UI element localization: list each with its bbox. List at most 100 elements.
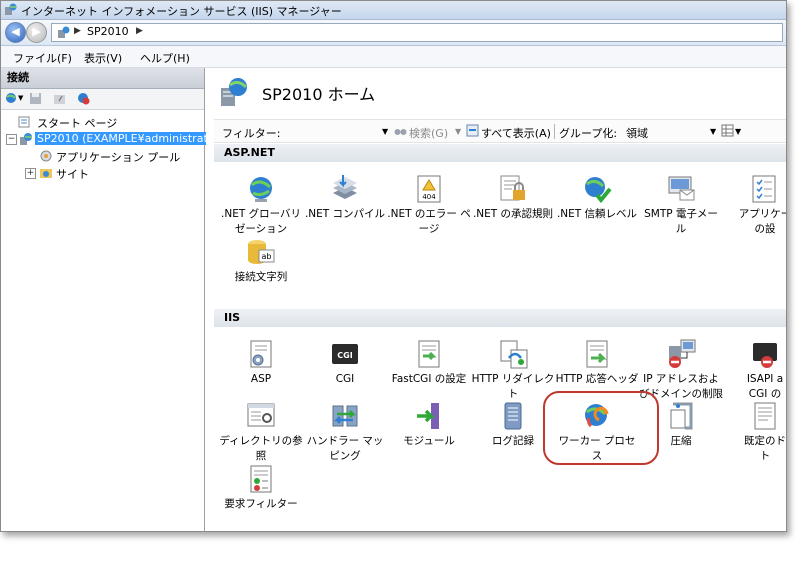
compression-clamp-icon	[670, 402, 693, 430]
feature-label-line1: ログ記録	[492, 435, 534, 447]
feature-isapi-cgi-restrictions[interactable]: ISAPI a CGI の	[722, 338, 786, 402]
title-bar: インターネット インフォメーション サービス (IIS) マネージャー	[1, 1, 786, 20]
address-bar[interactable]: ▶ SP2010 ▶	[51, 23, 783, 42]
navigation-bar: ◀ ▶ ▶ SP2010 ▶	[1, 20, 786, 46]
feature-label-line1: 既定のド	[744, 435, 786, 447]
tree-node-server[interactable]: − SP2010 (EXAMPLE¥administrator	[1, 131, 222, 147]
breadcrumb-chevron-icon[interactable]: ▶	[136, 26, 143, 36]
server-home-icon	[221, 78, 248, 106]
feature-http-response-headers[interactable]: HTTP 応答ヘッダ	[554, 338, 640, 387]
disconnect-icon[interactable]	[77, 92, 90, 105]
app-pool-icon	[40, 150, 52, 162]
collapse-toggle-icon[interactable]: −	[6, 134, 17, 145]
ip-restrictions-icon	[669, 339, 696, 368]
feature-http-redirect[interactable]: HTTP リダイレクト	[470, 338, 556, 402]
feature-label: アプリケー の設	[722, 207, 786, 237]
feature-label-line1: 要求フィルター	[224, 498, 298, 510]
feature-label: .NET のエラー ページ	[386, 207, 472, 237]
go-dropdown-icon[interactable]: ▼	[455, 127, 461, 136]
save-icon[interactable]	[29, 92, 42, 105]
binoculars-icon	[394, 129, 407, 135]
feature-label: ディレクトリの参照	[218, 434, 304, 464]
feature-net-error-pages[interactable]: 404 .NET のエラー ページ	[386, 173, 472, 237]
back-button[interactable]: ◀	[5, 22, 26, 43]
feature-label-line2: ル	[675, 223, 687, 235]
feature-label-line2: ト	[759, 450, 771, 462]
feature-net-globalization[interactable]: .NET グローバリ ゼーション	[218, 173, 304, 237]
feature-fastcgi-settings[interactable]: FastCGI の設定	[386, 338, 472, 387]
highlight-annotation-circle	[543, 391, 659, 465]
view-mode-icon[interactable]	[721, 124, 734, 137]
show-all-button[interactable]: すべて表示(A)	[481, 125, 551, 141]
feature-net-compilation[interactable]: .NET コンパイル	[302, 173, 388, 222]
filter-dropdown-icon[interactable]: ▼	[382, 127, 388, 136]
feature-label: 既定のドト	[722, 434, 786, 464]
group-by-label: グループ化:	[559, 127, 618, 140]
feature-label-line2: ト	[507, 388, 519, 400]
tree-label-server: SP2010 (EXAMPLE¥administrator	[35, 132, 222, 145]
svg-text:404: 404	[422, 193, 436, 201]
feature-smtp-email[interactable]: SMTP 電子メール	[638, 173, 724, 237]
feature-net-trust-levels[interactable]: .NET 信頼レベル	[554, 173, 640, 222]
breadcrumb-chevron-icon[interactable]: ▶	[74, 26, 81, 36]
feature-asp[interactable]: ASP	[218, 338, 304, 387]
feature-label: .NET コンパイル	[302, 207, 388, 222]
feature-default-document[interactable]: 既定のドト	[722, 400, 786, 464]
feature-label-line1: .NET グローバリ	[221, 208, 301, 220]
feature-label-line1: ディレクトリの参	[219, 435, 303, 447]
svg-text:CGI: CGI	[337, 351, 352, 360]
feature-handler-mappings[interactable]: ハンドラー マッ ピング	[302, 400, 388, 464]
feature-label-line2: ゼーション	[234, 223, 288, 235]
breadcrumb-server[interactable]: SP2010	[87, 25, 129, 38]
feature-label-line2: CGI の	[748, 388, 782, 400]
feature-label: SMTP 電子メール	[638, 207, 724, 237]
feature-label: ISAPI a CGI の	[722, 372, 786, 402]
feature-cgi[interactable]: CGI CGI	[302, 338, 388, 387]
feature-modules[interactable]: モジュール	[386, 400, 472, 449]
feature-label-line1: SMTP 電子メー	[644, 208, 718, 220]
show-all-icon	[466, 124, 479, 137]
handler-mappings-icon	[332, 405, 358, 427]
menu-view[interactable]: 表示(V)	[84, 50, 122, 66]
feature-connection-strings[interactable]: ab 接続文字列	[218, 236, 304, 285]
request-filtering-icon	[250, 465, 272, 493]
tree-label-start-page: スタート ページ	[37, 117, 118, 130]
menu-file[interactable]: ファイル(F)	[13, 50, 72, 66]
feature-label-line1: ISAPI a	[746, 373, 784, 385]
feature-label: ASP	[218, 372, 304, 387]
tree-node-start-page[interactable]: スタート ページ	[1, 114, 201, 130]
tree-node-sites[interactable]: + サイト	[1, 165, 201, 181]
asp-page-gear-icon	[250, 340, 272, 368]
logging-icon	[504, 402, 522, 430]
feature-request-filtering[interactable]: 要求フィルター	[218, 463, 304, 512]
feature-app-settings[interactable]: アプリケー の設	[722, 173, 786, 237]
dropdown-arrow-icon[interactable]: ▼	[18, 94, 23, 102]
expand-toggle-icon[interactable]: +	[25, 168, 36, 179]
menu-help[interactable]: ヘルプ(H)	[140, 50, 190, 66]
feature-label-line1: ASP	[250, 373, 272, 385]
tree-label-app-pools: アプリケーション プール	[56, 151, 181, 164]
feature-label: FastCGI の設定	[386, 372, 472, 387]
feature-label-line1: .NET の承認規則	[472, 208, 554, 220]
group-dropdown-icon[interactable]: ▼	[710, 127, 716, 136]
feature-directory-browsing[interactable]: ディレクトリの参照	[218, 400, 304, 464]
trust-globe-check-icon	[585, 177, 612, 204]
group-by-select[interactable]: 領域	[626, 125, 648, 141]
connect-globe-icon[interactable]	[5, 92, 18, 105]
forward-arrow-icon: ▶	[32, 25, 41, 38]
up-level-icon[interactable]	[53, 92, 66, 105]
feature-label-line1: モジュール	[403, 435, 455, 447]
tree-node-app-pools[interactable]: アプリケーション プール	[1, 148, 201, 164]
home-pane: SP2010 ホーム フィルター: ▼ 検索(G) ▼ すべて表示(A) グルー…	[206, 68, 786, 531]
view-dropdown-icon[interactable]: ▼	[735, 127, 741, 136]
modules-icon	[417, 403, 439, 429]
back-arrow-icon: ◀	[11, 25, 20, 38]
feature-net-authorization[interactable]: .NET の承認規則	[470, 173, 556, 222]
page-title: SP2010 ホーム	[262, 85, 376, 104]
tree-label-sites: サイト	[56, 168, 89, 181]
feature-label-line1: 接続文字列	[234, 271, 288, 283]
feature-label: モジュール	[386, 434, 472, 449]
forward-button[interactable]: ▶	[26, 22, 47, 43]
go-button[interactable]: 検索(G)	[409, 125, 448, 141]
fastcgi-icon	[418, 340, 440, 368]
